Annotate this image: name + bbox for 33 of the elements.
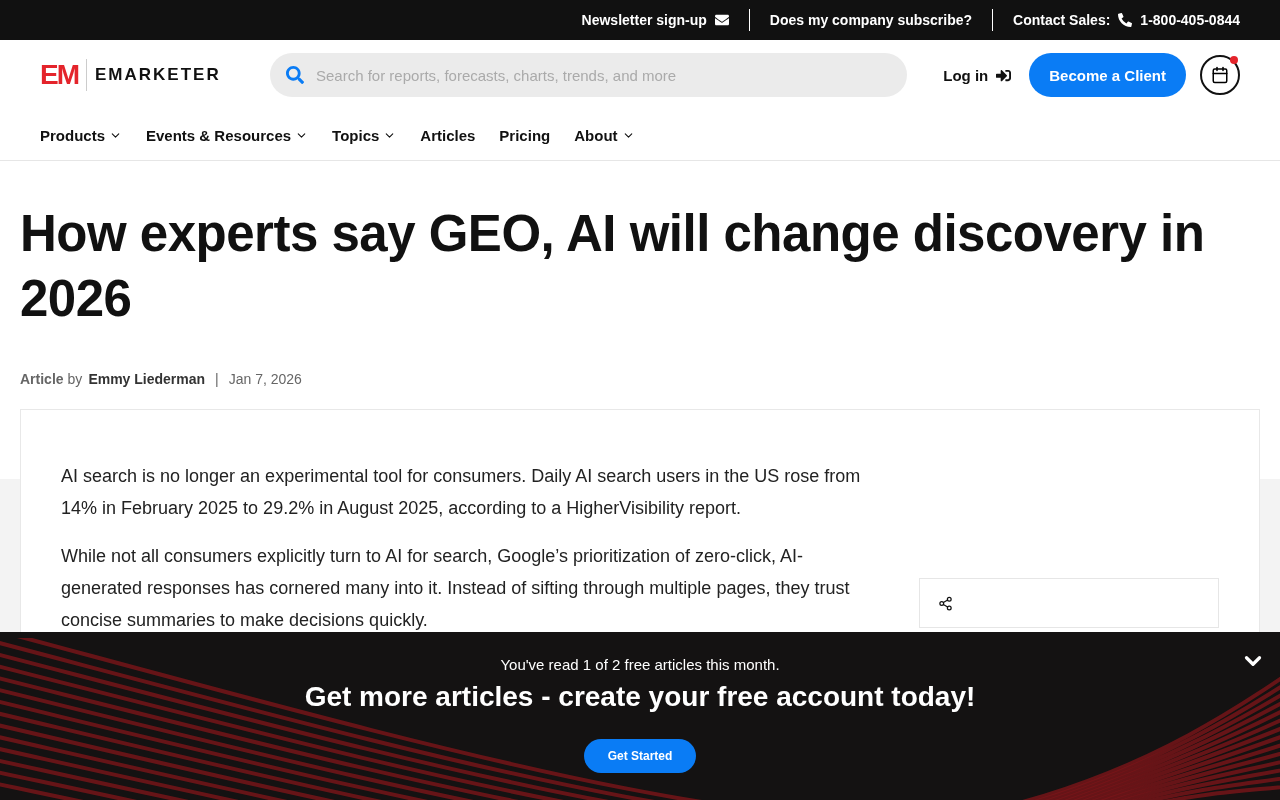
- notification-dot: [1230, 56, 1238, 64]
- newsletter-link[interactable]: Newsletter sign-up: [561, 12, 749, 28]
- article-limit-notice: You've read 1 of 2 free articles this month.: [500, 656, 780, 673]
- nav-item[interactable]: Products: [40, 126, 122, 144]
- byline-by: by: [67, 371, 83, 387]
- login-link[interactable]: Log in: [943, 66, 1012, 84]
- phone-icon: [1118, 13, 1133, 27]
- calendar-button[interactable]: [1200, 55, 1240, 95]
- get-started-button[interactable]: Get Started: [583, 739, 697, 773]
- sign-in-icon: [996, 67, 1012, 83]
- contact-label: Contact Sales:: [1013, 12, 1111, 28]
- share-icon[interactable]: [938, 595, 953, 611]
- banner-headline: Get more articles - create your free account today!: [304, 681, 976, 713]
- article-title: How experts say GEO, AI will change discovery in 2026: [20, 204, 1206, 329]
- envelope-icon: [714, 13, 729, 27]
- logo[interactable]: EM EMARKETER: [40, 59, 270, 91]
- search-icon: [286, 66, 304, 84]
- nav-item[interactable]: About: [574, 126, 635, 144]
- nav-item[interactable]: Events & Resources: [146, 126, 309, 144]
- become-client-button[interactable]: Become a Client: [1029, 53, 1186, 97]
- article-date: Jan 7, 2026: [228, 371, 302, 387]
- search-field[interactable]: Search for reports, forecasts, charts, trends, and more: [270, 53, 908, 97]
- article-type: Article: [20, 371, 64, 387]
- article-paragraph: While not all consumers explicitly turn to AI for search, Google’s prioritization of zero-click, AI-generated responses has cornered many into it. Instead of sifting through multiple pages, they trust concise summaries to make decisions quickly.: [61, 545, 851, 632]
- nav-item[interactable]: Articles: [420, 126, 476, 144]
- byline-separator: |: [215, 371, 219, 387]
- calendar-icon: [1211, 66, 1229, 84]
- article-paragraph: AI search is no longer an experimental tool for consumers. Daily AI search users in the US rose from 14% in February 2025 to 29.2% in August 2025, according to a HigherVisibility report.: [61, 465, 861, 520]
- nav-item[interactable]: Topics: [332, 126, 397, 144]
- nav-item[interactable]: Pricing: [499, 126, 551, 144]
- author-link[interactable]: Emmy Liederman: [88, 371, 206, 387]
- subscription-link[interactable]: Does my company subscribe?: [749, 12, 993, 28]
- phone-link[interactable]: 1-800-405-0844: [1140, 12, 1240, 28]
